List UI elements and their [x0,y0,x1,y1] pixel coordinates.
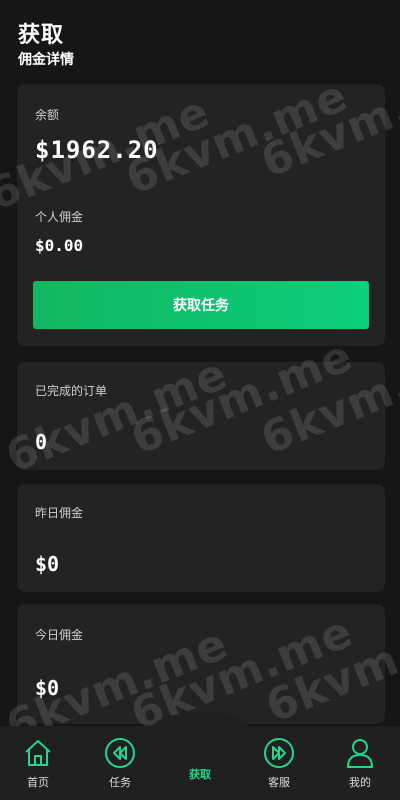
page-title: 获取 [18,23,65,48]
yesterday-commission-card: 昨日佣金 $0 [17,484,385,592]
completed-orders-value: 0 [35,430,48,454]
yesterday-commission-label: 昨日佣金 [35,506,84,520]
tab-mine-label: 我的 [349,776,371,789]
completed-orders-label: 已完成的订单 [35,384,108,398]
header: 获取 佣金详情 [18,22,74,70]
tab-task[interactable]: 任务 [90,736,150,796]
tab-home[interactable]: 首页 [8,736,68,796]
tab-service[interactable]: 客服 [249,736,309,796]
home-icon [21,736,55,770]
tab-task-label: 任务 [109,776,131,789]
rewind-icon [103,736,137,770]
completed-orders-card: 已完成的订单 0 [17,362,385,470]
yesterday-commission-value: $0 [35,552,60,576]
today-commission-value: $0 [35,676,60,700]
today-commission-label: 今日佣金 [35,628,84,642]
balance-label: 余额 [35,108,60,122]
fast-forward-icon [262,736,296,770]
page: 获取 佣金详情 余额 $1962.20 个人佣金 $0.00 获取任务 已完成的… [0,0,400,800]
tab-get[interactable]: 获取 [170,766,230,800]
tab-bar-center-bump [150,712,250,752]
tab-service-label: 客服 [268,776,290,789]
get-task-button[interactable]: 获取任务 [33,281,369,329]
tab-mine[interactable]: 我的 [330,736,390,796]
personal-commission-label: 个人佣金 [35,210,84,224]
balance-value: $1962.20 [35,136,159,164]
user-icon [343,736,377,770]
balance-card: 余额 $1962.20 个人佣金 $0.00 获取任务 [17,84,385,346]
today-commission-card: 今日佣金 $0 [17,604,385,724]
tab-home-label: 首页 [27,776,49,789]
page-subtitle: 佣金详情 [18,52,74,68]
tab-get-label: 获取 [189,768,211,781]
personal-commission-value: $0.00 [35,236,84,255]
